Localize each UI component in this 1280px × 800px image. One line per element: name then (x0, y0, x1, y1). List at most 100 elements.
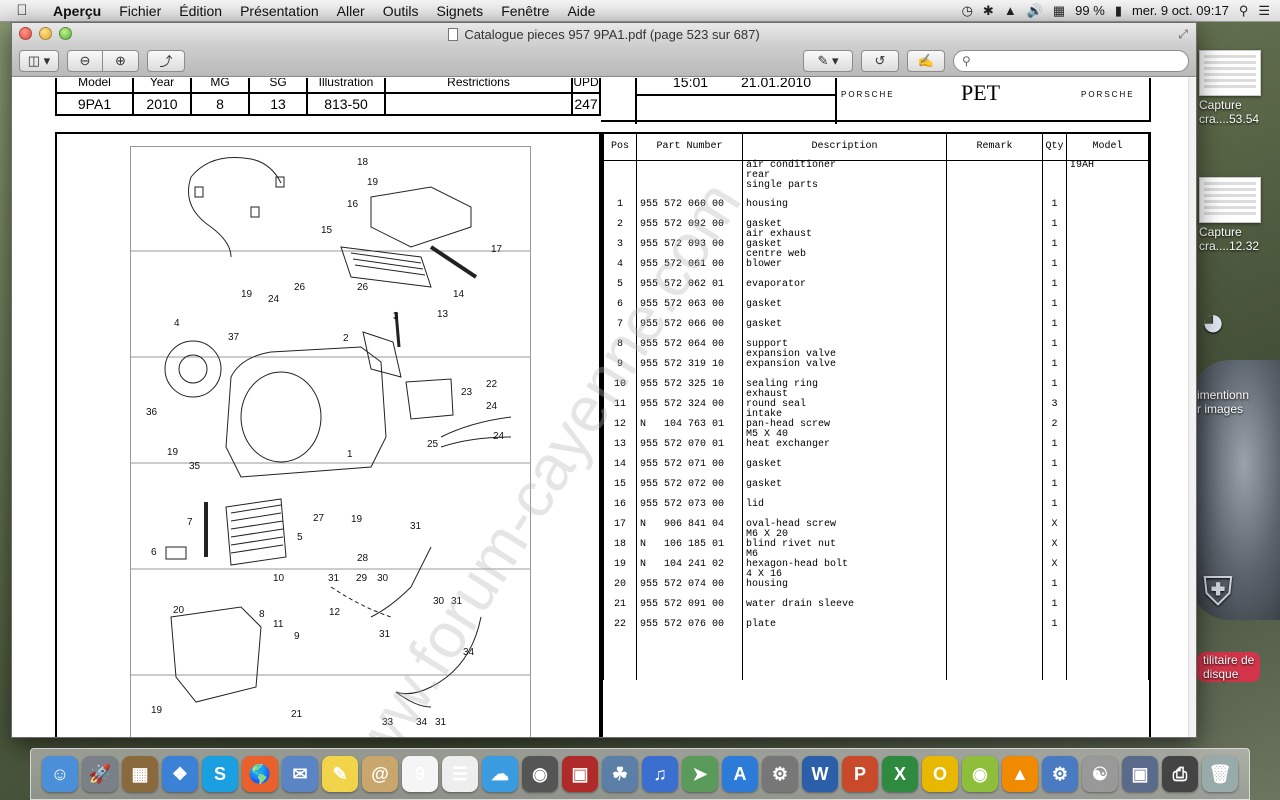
skype-icon[interactable]: S (202, 756, 238, 792)
cell-model (1066, 500, 1149, 520)
migration-icon[interactable]: ➤ (682, 756, 718, 792)
vlc-icon[interactable]: ▲ (1002, 756, 1038, 792)
callout-label: 25 (427, 439, 439, 450)
menu-signets[interactable]: Signets (427, 3, 492, 19)
facetime-icon[interactable]: ◉ (522, 756, 558, 792)
sidebar-toggle-button[interactable]: ◫ ▾ (19, 49, 59, 72)
cell-model (1066, 420, 1149, 440)
notification-center-icon[interactable]: ☰ (1258, 3, 1270, 19)
callout-label: 9 (294, 631, 300, 642)
firefox-icon[interactable]: 🌎 (242, 756, 278, 792)
cell-description: gasket (742, 480, 947, 500)
menu-clock[interactable]: mer. 9 oct. 09:17 (1132, 3, 1229, 18)
zoom-in-button[interactable]: ⊕ (103, 49, 139, 72)
input-menu-icon[interactable]: ▦ (1053, 3, 1065, 19)
contacts-icon[interactable]: @ (362, 756, 398, 792)
menu-aller[interactable]: Aller (328, 3, 374, 19)
document-proxy-icon[interactable] (448, 27, 459, 41)
spotlight-icon[interactable]: ⚲ (1239, 3, 1249, 19)
document-view[interactable]: Model Year MG SG Illustration Restrictio… (12, 78, 1196, 737)
search-input[interactable]: ⚲ (953, 49, 1189, 72)
menu-presentation[interactable]: Présentation (231, 3, 328, 19)
desktop-file-capture-2[interactable]: Capture cra....12.32 (1199, 177, 1279, 253)
cell-description: gasket centre web (742, 240, 947, 260)
notes-icon[interactable]: ✎ (322, 756, 358, 792)
battery-percent[interactable]: 99 % (1075, 3, 1105, 18)
iphoto-icon[interactable]: ☘ (602, 756, 638, 792)
launchpad-icon[interactable]: 🚀 (82, 756, 118, 792)
cell-description: oval-head screw M6 X 20 (742, 520, 947, 540)
table-row: 16 955 572 073 00 lid 1 (603, 500, 1149, 520)
cell-remark (946, 560, 1043, 580)
volume-icon[interactable]: 🔊 (1027, 3, 1043, 19)
desktop-app-resize[interactable]: ◕ imentionn r images (1197, 300, 1277, 416)
desktop-app-disk-utility[interactable]: ⛨ tilitaire de disque (1197, 570, 1277, 682)
app-store-mosaic-icon[interactable]: ▦ (122, 756, 158, 792)
menu-fenetre[interactable]: Fenêtre (492, 3, 558, 19)
menu-aide[interactable]: Aide (558, 3, 604, 19)
apple-menu-icon[interactable]:  (0, 2, 44, 19)
cell-part-number: 955 572 066 00 (636, 320, 743, 340)
app-store-icon[interactable]: A (722, 756, 758, 792)
vertical-scrollbar[interactable] (1188, 78, 1196, 737)
outlook-icon[interactable]: O (922, 756, 958, 792)
zoom-out-button[interactable]: ⊖ (67, 49, 103, 72)
powerpoint-icon[interactable]: P (842, 756, 878, 792)
cell-description: gasket (742, 460, 947, 480)
wifi-icon[interactable]: ▲ (1004, 3, 1017, 18)
time-machine-icon[interactable]: ◷ (962, 3, 973, 19)
itunes-icon[interactable]: ♫ (642, 756, 678, 792)
window-titlebar[interactable]: Catalogue pieces 957 9PA1.pdf (page 523 … (12, 23, 1196, 45)
network-icon[interactable]: ⚙ (1042, 756, 1078, 792)
cell-qty: 1 (1042, 360, 1067, 380)
excel-icon[interactable]: X (882, 756, 918, 792)
menu-outils[interactable]: Outils (374, 3, 428, 19)
rotate-button[interactable]: ↺ (861, 49, 899, 72)
cell-model (1066, 340, 1149, 360)
cell-model (1066, 280, 1149, 300)
messages-icon[interactable]: ☁ (482, 756, 518, 792)
cell-description: gasket (742, 300, 947, 320)
illustration-frame: 18 19 16 17 15 13 14 26 26 24 19 37 4 2 3 22 23 24 24 36 19 3… (55, 132, 601, 737)
cell-pos: 18 (603, 540, 637, 560)
finder-icon[interactable]: ☺ (42, 756, 78, 792)
close-button[interactable] (19, 27, 32, 40)
cell-qty: 3 (1042, 400, 1067, 420)
reminders-icon[interactable]: ☰ (442, 756, 478, 792)
trash-icon[interactable]: 🗑 (1202, 756, 1238, 792)
scanner-icon[interactable]: ⎙ (1162, 756, 1198, 792)
system-prefs-icon[interactable]: ⚙ (762, 756, 798, 792)
mail-icon[interactable]: ✉ (282, 756, 318, 792)
menu-fichier[interactable]: Fichier (110, 3, 170, 19)
menu-edition[interactable]: Édition (170, 3, 231, 19)
cell-description: blind rivet nut M6 (742, 540, 947, 560)
cell-part-number: 955 572 071 00 (636, 460, 743, 480)
cell-description: evaporator (742, 280, 947, 300)
header-time: 15:01 (673, 78, 709, 90)
menu-app[interactable]: Aperçu (44, 3, 110, 19)
table-row: 22 955 572 076 00 plate 1 (603, 620, 1149, 640)
fullscreen-icon[interactable]: ⤢ (1178, 27, 1188, 42)
share-button[interactable]: ⤴ (147, 49, 185, 72)
preview-icon[interactable]: ▣ (1122, 756, 1158, 792)
zoom-button[interactable] (59, 27, 72, 40)
callout-label: 30 (433, 596, 445, 607)
safari-icon[interactable]: ❖ (162, 756, 198, 792)
desktop-file-capture-1[interactable]: Capture cra....53.54 (1199, 50, 1279, 126)
battery-icon[interactable]: ▮ (1115, 3, 1122, 19)
annotate-button[interactable]: ✎ ▾ (803, 49, 853, 72)
calendar-icon[interactable]: 9 (402, 756, 438, 792)
callout-label: 22 (486, 379, 498, 390)
callout-label: 31 (328, 573, 340, 584)
word-icon[interactable]: W (802, 756, 838, 792)
minimize-button[interactable] (39, 27, 52, 40)
tennis-icon[interactable]: ◉ (962, 756, 998, 792)
edit-button[interactable]: ✍ (907, 49, 945, 72)
bluetooth-icon[interactable]: ✱ (983, 3, 994, 19)
cell-pos: 6 (603, 300, 637, 320)
directory-icon[interactable]: ☯ (1082, 756, 1118, 792)
cell-pos: 4 (603, 260, 637, 280)
cell-part-number: N 106 185 01 (636, 540, 743, 560)
photo-booth-icon[interactable]: ▣ (562, 756, 598, 792)
cell-pos: 12 (603, 420, 637, 440)
